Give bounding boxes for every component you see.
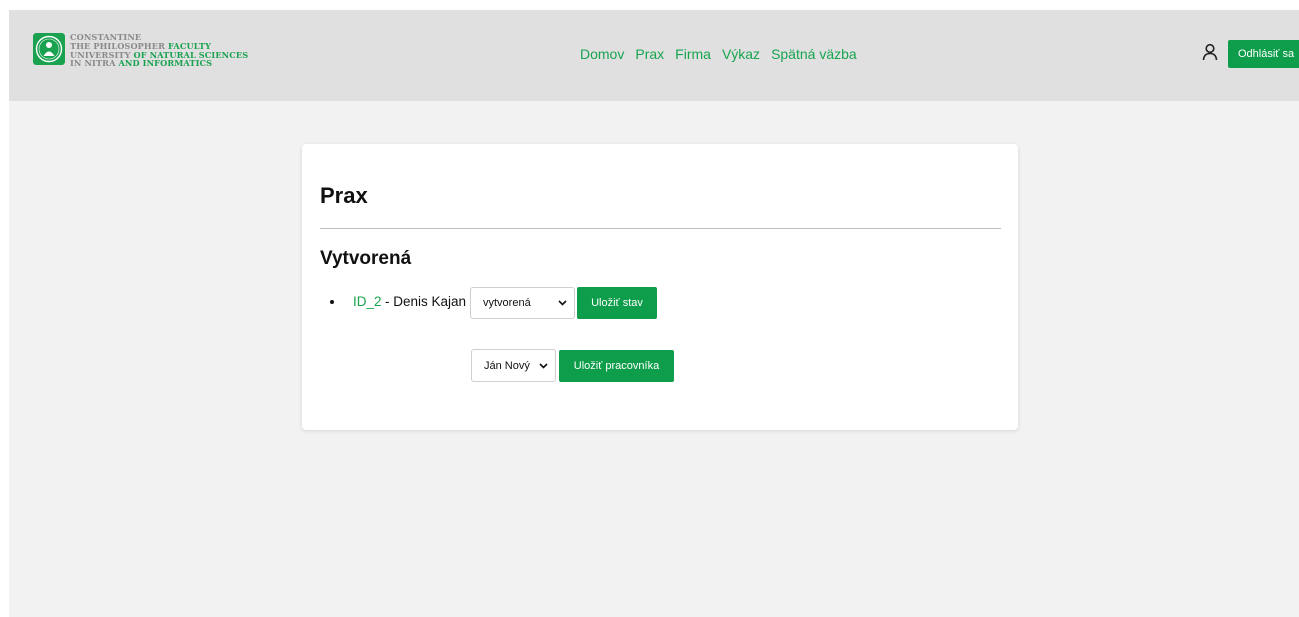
status-select-value: vytvorená: [483, 297, 531, 309]
nav-item-vykaz[interactable]: Výkaz: [722, 46, 760, 63]
status-select[interactable]: vytvorená: [470, 287, 575, 319]
nav-item-domov[interactable]: Domov: [580, 46, 624, 63]
nav-item-prax[interactable]: Prax: [635, 46, 664, 63]
university-seal-icon: [33, 33, 65, 65]
save-status-button[interactable]: Uložiť stav: [577, 287, 657, 319]
main-nav: Domov Prax Firma Výkaz Spätná väzba: [580, 46, 857, 63]
logo-line-4: IN NITRA AND INFORMATICS: [70, 59, 248, 68]
prax-card: Prax Vytvorená ID_2 - Denis Kajan vytvor…: [302, 144, 1018, 430]
user-icon[interactable]: [1202, 43, 1218, 61]
worker-select[interactable]: Ján Nový: [471, 349, 556, 382]
logout-button[interactable]: Odhlásiť sa: [1228, 40, 1299, 68]
nav-item-spatna-vazba[interactable]: Spätná väzba: [771, 46, 857, 63]
section-title: Vytvorená: [320, 248, 412, 269]
nav-item-firma[interactable]: Firma: [675, 46, 711, 63]
list-bullet: [330, 300, 334, 304]
app-viewport: CONSTANTINE THE PHILOSOPHER FACULTY UNIV…: [9, 10, 1299, 617]
save-worker-button[interactable]: Uložiť pracovníka: [559, 350, 674, 382]
chevron-down-icon: [539, 362, 548, 369]
site-header: CONSTANTINE THE PHILOSOPHER FACULTY UNIV…: [9, 10, 1299, 101]
entry-id-link[interactable]: ID_2: [353, 294, 382, 310]
worker-select-value: Ján Nový: [484, 359, 530, 372]
entry-student-name: - Denis Kajan: [385, 294, 467, 309]
chevron-down-icon: [558, 300, 567, 306]
faculty-name: CONSTANTINE THE PHILOSOPHER FACULTY UNIV…: [70, 33, 248, 68]
faculty-logo[interactable]: CONSTANTINE THE PHILOSOPHER FACULTY UNIV…: [33, 33, 248, 68]
page-title: Prax: [320, 183, 368, 208]
title-divider: [320, 228, 1001, 229]
logo-line-4-b: AND INFORMATICS: [118, 58, 213, 69]
logo-line-4-a: IN NITRA: [70, 58, 119, 69]
